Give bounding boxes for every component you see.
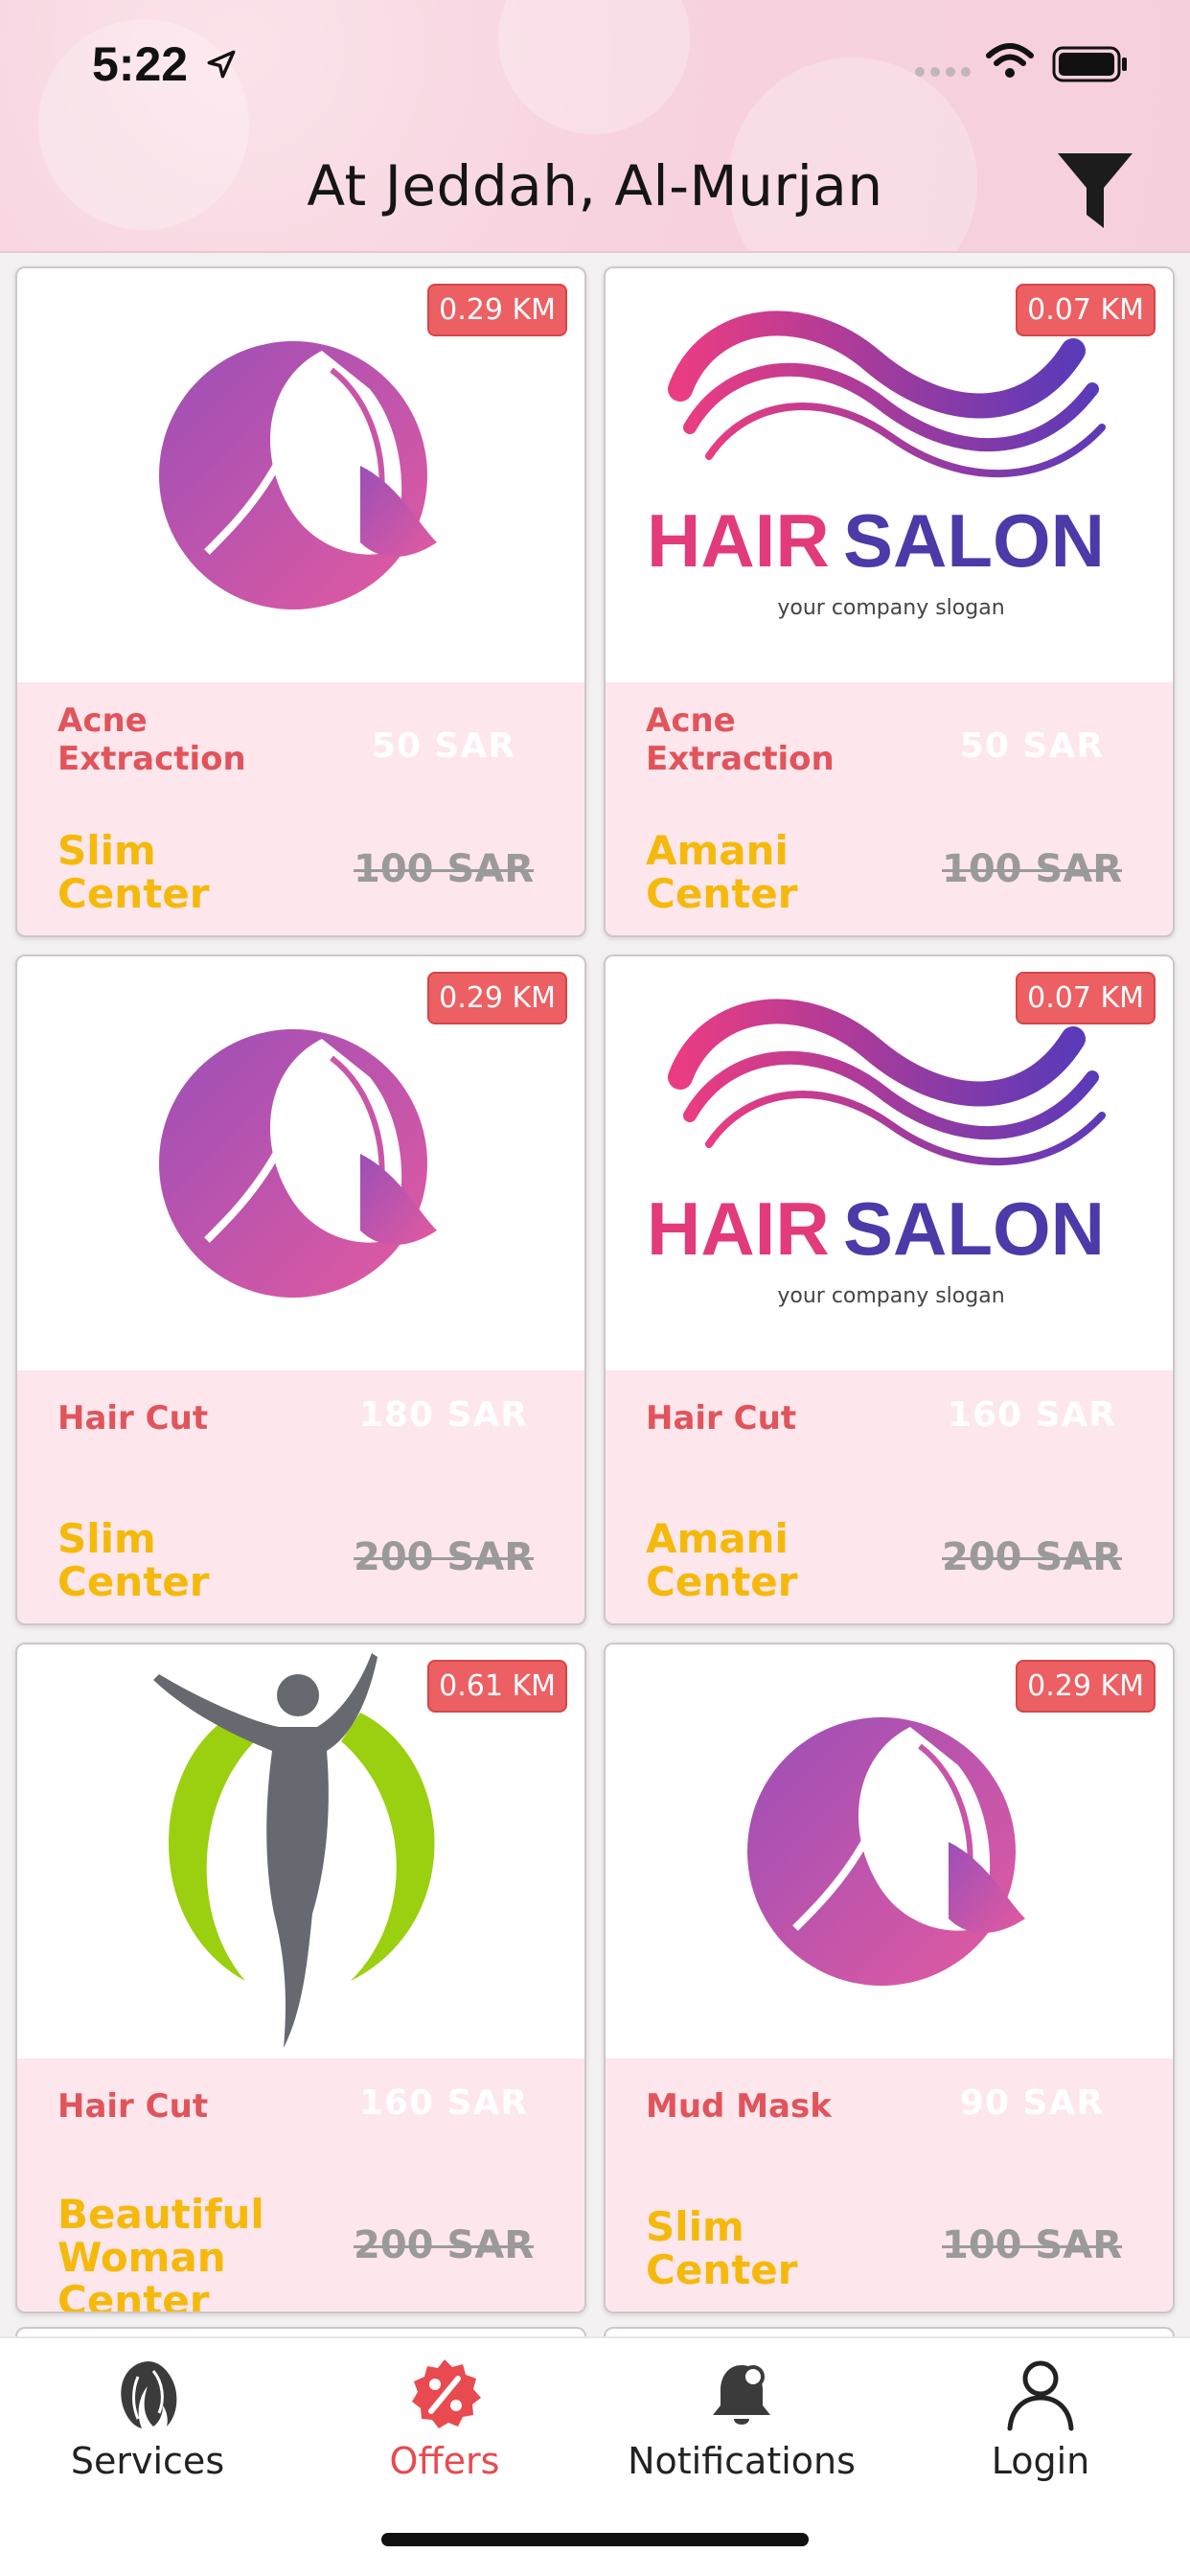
filter-icon[interactable] xyxy=(1052,146,1138,232)
distance-badge: 0.07 KM xyxy=(1016,972,1156,1024)
center-name: Slim Center xyxy=(646,2203,798,2293)
tab-label: Services xyxy=(70,2440,225,2482)
service-name: Mud Mask xyxy=(646,2087,832,2126)
offers-grid: 0.29 KM Acne Extraction 50 SAR Slim Cent… xyxy=(15,266,1175,2313)
offer-price: 160 SAR xyxy=(947,1395,1117,1435)
center-name: Amani Center xyxy=(646,827,798,917)
distance-badge: 0.61 KM xyxy=(427,1660,567,1713)
tab-services[interactable]: Services xyxy=(4,2356,291,2482)
offer-card[interactable]: 0.29 KM Hair Cut 180 SAR Slim Center 200… xyxy=(15,954,586,1625)
offer-price: 50 SAR xyxy=(371,726,516,766)
wifi-icon xyxy=(986,43,1034,78)
distance-badge: 0.29 KM xyxy=(427,284,567,336)
original-price: 200 SAR xyxy=(354,1535,534,1579)
tab-notifications[interactable]: Notifications xyxy=(598,2356,885,2482)
offer-price: 180 SAR xyxy=(358,1395,529,1435)
battery-icon xyxy=(1052,46,1127,82)
center-name: Slim Center xyxy=(57,1515,210,1605)
hairsalon-salon-text: SALON xyxy=(843,498,1105,583)
offer-price: 50 SAR xyxy=(959,726,1105,766)
hairsalon-salon-text: SALON xyxy=(843,1186,1105,1271)
service-name: Hair Cut xyxy=(646,1399,797,1438)
distance-badge: 0.07 KM xyxy=(1016,284,1156,336)
header-bokeh xyxy=(498,0,690,134)
woman-profile-logo-icon xyxy=(747,1717,1025,1986)
service-name: Acne Extraction xyxy=(646,702,835,778)
woman-profile-logo-icon xyxy=(159,1029,437,1298)
tab-offers[interactable]: Offers xyxy=(301,2356,588,2482)
tab-label: Offers xyxy=(389,2440,500,2482)
location-title: At Jeddah, Al-Murjan xyxy=(307,153,883,218)
tab-label: Login xyxy=(991,2440,1090,2482)
hair-icon xyxy=(121,2361,177,2428)
center-name: Amani Center xyxy=(646,1515,798,1605)
offer-card[interactable]: HAIR SALON your company slogan 0.07 KM H… xyxy=(604,954,1175,1625)
hair-salon-logo-icon: HAIR SALON your company slogan xyxy=(647,310,1106,620)
original-price: 100 SAR xyxy=(942,847,1122,891)
status-time: 5:22 xyxy=(92,37,189,91)
location-arrow-icon xyxy=(207,50,236,79)
discount-badge-icon xyxy=(412,2359,481,2428)
hairsalon-hair-text: HAIR xyxy=(647,1186,830,1271)
center-name: Slim Center xyxy=(57,827,210,917)
original-price: 100 SAR xyxy=(942,2223,1122,2267)
service-name: Hair Cut xyxy=(57,1399,209,1438)
woman-profile-logo-icon xyxy=(159,341,437,610)
offer-card[interactable]: 0.29 KM Mud Mask 90 SAR Slim Center 100 … xyxy=(604,1643,1175,2313)
home-indicator[interactable] xyxy=(381,2533,809,2546)
original-price: 100 SAR xyxy=(354,847,534,891)
original-price: 200 SAR xyxy=(942,1535,1122,1579)
tab-login[interactable]: Login xyxy=(897,2356,1184,2482)
user-icon xyxy=(1007,2360,1074,2431)
offer-price: 90 SAR xyxy=(959,2083,1105,2123)
bell-icon xyxy=(713,2365,770,2425)
offer-card[interactable]: 0.29 KM Acne Extraction 50 SAR Slim Cent… xyxy=(15,266,586,937)
hairsalon-slogan: your company slogan xyxy=(777,1284,1004,1308)
hair-salon-logo-icon: HAIR SALON your company slogan xyxy=(647,999,1106,1308)
offer-card[interactable]: 0.61 KM Hair Cut 160 SAR Beautiful Woman… xyxy=(15,1643,586,2313)
service-name: Hair Cut xyxy=(57,2087,209,2126)
offer-price: 160 SAR xyxy=(358,2083,529,2123)
service-name: Acne Extraction xyxy=(57,702,246,778)
tab-label: Notifications xyxy=(628,2440,856,2482)
offer-card[interactable]: HAIR SALON your company slogan 0.07 KM A… xyxy=(604,266,1175,937)
cellular-signal-icon xyxy=(915,67,971,77)
hairsalon-slogan: your company slogan xyxy=(777,596,1004,620)
center-name: Beautiful Woman Center xyxy=(57,2191,264,2313)
original-price: 200 SAR xyxy=(354,2223,534,2267)
distance-badge: 0.29 KM xyxy=(427,972,567,1024)
distance-badge: 0.29 KM xyxy=(1016,1660,1156,1713)
hairsalon-hair-text: HAIR xyxy=(647,498,830,583)
header: 5:22 At Jeddah, Al-Murjan xyxy=(0,0,1190,253)
